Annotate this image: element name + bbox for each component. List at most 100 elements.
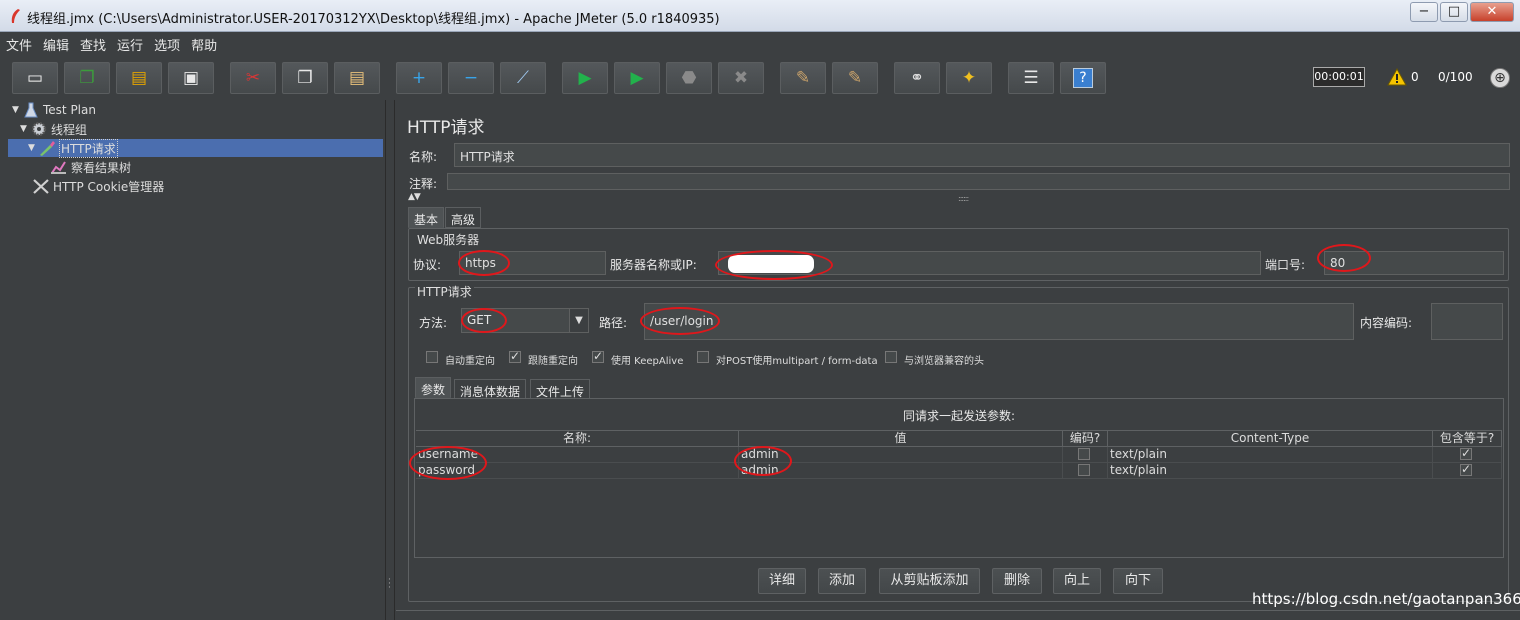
expand-arrow-icon[interactable]: ▼ <box>20 124 30 134</box>
path-input[interactable]: /user/login <box>644 303 1354 340</box>
multipart-label: 对POST使用multipart / form-data <box>716 356 878 367</box>
column-header-encode[interactable]: 编码? <box>1063 430 1108 447</box>
templates-button[interactable]: ❐ <box>64 62 110 94</box>
menu-file[interactable]: 文件 <box>0 32 37 54</box>
include-equals-checkbox[interactable] <box>1460 446 1472 461</box>
tree-item-http-request[interactable]: ▼ HTTP请求 <box>28 138 118 158</box>
method-label: 方法: <box>419 316 448 330</box>
encode-checkbox[interactable] <box>1078 464 1090 476</box>
content-encoding-input[interactable] <box>1431 303 1503 340</box>
name-input[interactable]: HTTP请求 <box>454 143 1510 167</box>
port-input[interactable]: 80 <box>1324 251 1504 275</box>
add-button[interactable]: 添加 <box>818 568 866 594</box>
keepalive-checkbox[interactable] <box>592 349 604 363</box>
expand-button[interactable]: + <box>396 62 442 94</box>
start-no-pause-button[interactable]: ▶ <box>614 62 660 94</box>
help-button[interactable]: ? <box>1060 62 1106 94</box>
search-button[interactable]: ⚭ <box>894 62 940 94</box>
paste-button[interactable]: ▤ <box>334 62 380 94</box>
elapsed-timer: 00:00:01 <box>1313 67 1365 87</box>
table-cell-content-type[interactable]: text/plain <box>1108 447 1433 463</box>
include-equals-checkbox[interactable] <box>1460 462 1472 477</box>
column-header-content-type[interactable]: Content-Type <box>1108 430 1433 447</box>
keepalive-label: 使用 KeepAlive <box>611 356 684 367</box>
column-header-value[interactable]: 值 <box>739 430 1063 447</box>
down-button[interactable]: 向下 <box>1113 568 1163 594</box>
cut-icon: ✂ <box>245 67 261 88</box>
tree-item-results-tree[interactable]: 察看结果树 <box>50 158 131 176</box>
column-header-name[interactable]: 名称: <box>416 430 739 447</box>
open-button[interactable]: ▤ <box>116 62 162 94</box>
table-cell-encode[interactable] <box>1063 463 1108 479</box>
method-select[interactable]: GET ▼ <box>461 308 589 333</box>
column-header-include-equals[interactable]: 包含等于? <box>1433 430 1502 447</box>
maximize-button[interactable]: □ <box>1440 2 1468 22</box>
templates-icon: ❐ <box>79 67 95 88</box>
close-button[interactable]: ✕ <box>1470 2 1514 22</box>
panel-splitter[interactable]: · · · <box>385 100 395 620</box>
table-cell-include-equals[interactable] <box>1433 462 1502 479</box>
tab-parameters[interactable]: 参数 <box>415 377 452 398</box>
toggle-icon: ⟋ <box>517 67 529 88</box>
minimize-button[interactable]: − <box>1410 2 1438 22</box>
expand-arrow-icon[interactable]: ▼ <box>28 143 38 153</box>
shutdown-button[interactable]: ✖ <box>718 62 764 94</box>
up-button[interactable]: 向上 <box>1053 568 1101 594</box>
save-button[interactable]: ▣ <box>168 62 214 94</box>
table-cell-value[interactable]: admin <box>739 463 1063 479</box>
port-label: 端口号: <box>1265 258 1306 272</box>
encode-checkbox[interactable] <box>1078 448 1090 460</box>
collapse-arrows-icon[interactable]: ▲▼ <box>408 192 421 202</box>
tab-files-upload[interactable]: 文件上传 <box>530 379 591 400</box>
tab-advanced[interactable]: 高级 <box>445 207 482 228</box>
follow-redirects-checkbox[interactable] <box>509 349 521 363</box>
table-cell-value[interactable]: admin <box>739 447 1063 463</box>
wrench-icon <box>33 179 49 194</box>
protocol-input[interactable]: https <box>459 251 606 275</box>
start-button[interactable]: ▶ <box>562 62 608 94</box>
add-from-clipboard-button[interactable]: 从剪贴板添加 <box>879 568 980 594</box>
help-icon: ? <box>1073 68 1093 88</box>
table-cell-name[interactable]: username <box>416 447 739 463</box>
toggle-button[interactable]: ⟋ <box>500 62 546 94</box>
reset-search-button[interactable]: ✦ <box>946 62 992 94</box>
jmeter-feather-icon <box>11 9 20 23</box>
expand-arrow-icon[interactable]: ▼ <box>12 105 22 115</box>
table-cell-name[interactable]: password <box>416 463 739 479</box>
tree-item-cookie-manager[interactable]: HTTP Cookie管理器 <box>32 177 164 195</box>
menu-search[interactable]: 查找 <box>74 32 111 54</box>
paste-icon: ▤ <box>348 67 366 88</box>
stop-button[interactable]: ⬣ <box>666 62 712 94</box>
remote-engines-icon[interactable]: ⊕ <box>1490 68 1510 88</box>
resize-grip-icon[interactable]: :::::: <box>958 194 969 203</box>
pipette-icon <box>40 141 55 156</box>
tree-item-thread-group[interactable]: ▼ 线程组 <box>20 120 87 138</box>
menu-run[interactable]: 运行 <box>111 32 148 54</box>
multipart-checkbox[interactable] <box>697 351 709 363</box>
comments-label: 注释: <box>409 177 438 191</box>
table-cell-include-equals[interactable] <box>1433 446 1502 463</box>
table-cell-encode[interactable] <box>1063 447 1108 463</box>
clear-button[interactable]: ✎ <box>780 62 826 94</box>
chart-icon <box>51 161 66 174</box>
menu-edit[interactable]: 编辑 <box>37 32 74 54</box>
collapse-button[interactable]: − <box>448 62 494 94</box>
tree-item-test-plan[interactable]: ▼ Test Plan <box>12 101 96 119</box>
clear-all-button[interactable]: ✎ <box>832 62 878 94</box>
table-cell-content-type[interactable]: text/plain <box>1108 463 1433 479</box>
delete-button[interactable]: 删除 <box>992 568 1042 594</box>
copy-button[interactable]: ❐ <box>282 62 328 94</box>
chevron-down-icon[interactable]: ▼ <box>569 309 588 332</box>
menu-options[interactable]: 选项 <box>148 32 185 54</box>
auto-redirect-checkbox[interactable] <box>426 351 438 363</box>
menu-help[interactable]: 帮助 <box>185 32 222 54</box>
warning-icon[interactable] <box>1387 68 1407 86</box>
new-button[interactable]: ▭ <box>12 62 58 94</box>
function-helper-button[interactable]: ☰ <box>1008 62 1054 94</box>
tab-body-data[interactable]: 消息体数据 <box>454 379 527 400</box>
comments-input[interactable] <box>447 173 1510 190</box>
tab-basic[interactable]: 基本 <box>408 207 445 228</box>
browser-headers-checkbox[interactable] <box>885 351 897 363</box>
detail-button[interactable]: 详细 <box>758 568 806 594</box>
cut-button[interactable]: ✂ <box>230 62 276 94</box>
